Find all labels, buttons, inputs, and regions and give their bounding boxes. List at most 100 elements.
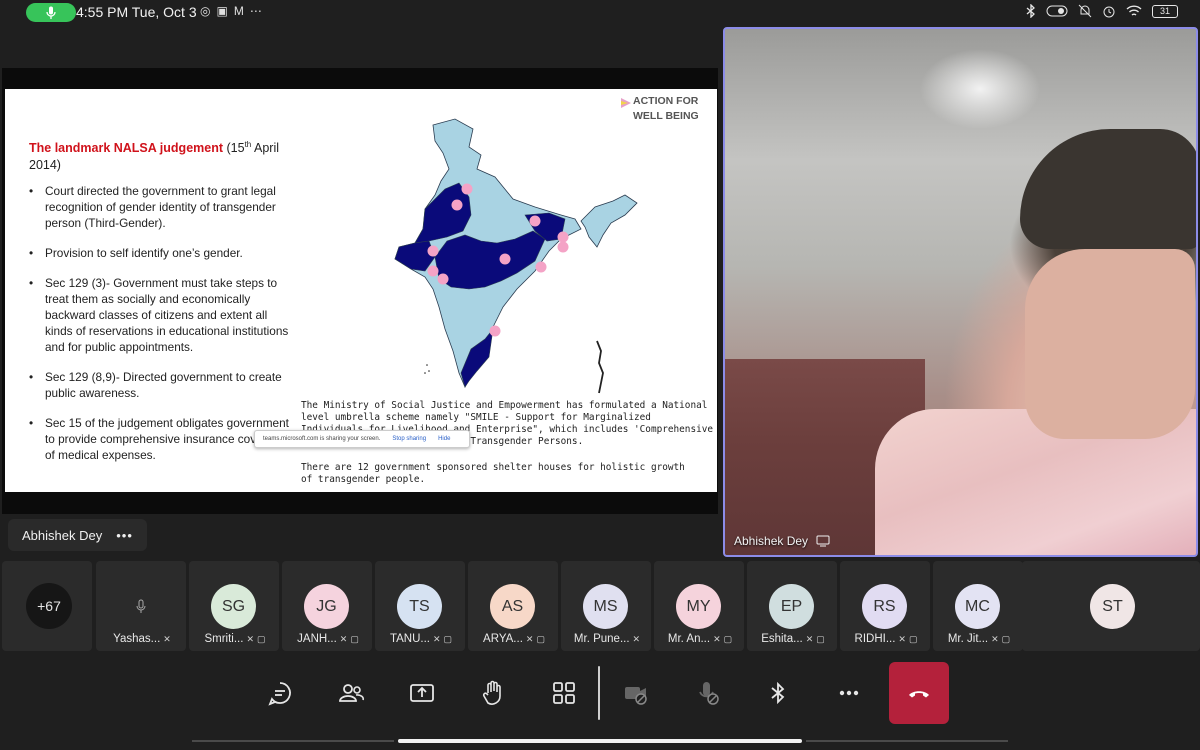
- stop-sharing-button[interactable]: Stop sharing: [392, 436, 426, 442]
- shelter-dot: [427, 245, 439, 257]
- alarm-icon: [1103, 6, 1115, 18]
- more-dots-icon: ⋯: [249, 4, 262, 18]
- more-dots-icon: [839, 690, 859, 696]
- control-divider: [598, 666, 600, 720]
- mic-active-indicator[interactable]: [26, 3, 76, 22]
- camera-off-icon: ▢: [723, 633, 733, 644]
- shelter-dot: [427, 265, 439, 277]
- slide-title: The landmark NALSA judgement (15th April…: [29, 140, 280, 173]
- participant-name: Smriti... ✕ ▢: [204, 633, 266, 645]
- meeting-controls: [0, 654, 1200, 734]
- chat-icon: [268, 682, 291, 706]
- shelter-dot: [535, 261, 547, 273]
- more-participants-tile[interactable]: +67: [2, 561, 92, 651]
- camera-off-icon: ▢: [536, 633, 545, 644]
- mic-off-icon: ✕: [991, 633, 999, 644]
- avatar: RS: [862, 584, 907, 629]
- raise-hand-button[interactable]: [463, 662, 523, 724]
- system-icons: 31: [1026, 4, 1178, 18]
- camera-off-icon: ▢: [1001, 633, 1011, 644]
- grid-view-icon: [553, 682, 575, 704]
- more-participants-count[interactable]: +67: [26, 583, 72, 629]
- view-button[interactable]: [534, 662, 594, 724]
- toggle-icon: [1046, 5, 1068, 17]
- screen-sharing-notice: teams.microsoft.com is sharing your scre…: [254, 430, 470, 448]
- bluetooth-audio-button[interactable]: [748, 662, 808, 724]
- participant-name: Mr. Pune... ✕: [573, 633, 641, 645]
- participant-tile[interactable]: Yashas... ✕: [96, 561, 186, 651]
- participant-tile-st[interactable]: ST: [1022, 561, 1200, 651]
- avatar: MY: [676, 584, 721, 629]
- mic-button[interactable]: [677, 662, 737, 724]
- participant-tile[interactable]: TS TANU... ✕ ▢: [375, 561, 465, 651]
- video-person-face: [1025, 249, 1195, 439]
- chat-button[interactable]: [250, 662, 310, 724]
- shelter-dot: [437, 273, 449, 285]
- people-icon: [339, 684, 365, 702]
- shelter-dot: [499, 253, 511, 265]
- northeast-region: [580, 194, 638, 248]
- participant-name: Mr. Jit... ✕ ▢: [947, 633, 1011, 645]
- shelter-dot: [489, 325, 501, 337]
- avatar: ST: [1090, 584, 1135, 629]
- status-time: 4:55 PM Tue, Oct 3: [76, 4, 197, 20]
- mic-off-icon: ✕: [246, 633, 254, 644]
- india-shelter-map: [394, 118, 638, 394]
- camera-off-icon: [625, 687, 647, 705]
- shelter-dot: [557, 241, 569, 253]
- shelter-dot: [461, 183, 473, 195]
- participant-name: Mr. An... ✕ ▢: [667, 633, 733, 645]
- speaker-video[interactable]: [723, 27, 1198, 557]
- participant-name: JANH... ✕ ▢: [297, 633, 359, 645]
- share-button[interactable]: [392, 662, 452, 724]
- mic-off-icon: ✕: [713, 633, 721, 644]
- mic-off-icon: ✕: [632, 633, 641, 644]
- avatar: MS: [583, 584, 628, 629]
- bluetooth-icon: [1026, 4, 1035, 18]
- camera-off-icon: ▢: [257, 633, 266, 644]
- participant-name: Eshita... ✕ ▢: [761, 633, 825, 645]
- instagram-icon: ▣: [216, 4, 228, 18]
- whatsapp-icon: ◎: [200, 4, 211, 18]
- participant-tile[interactable]: EP Eshita... ✕ ▢: [747, 561, 837, 651]
- participant-tile[interactable]: MY Mr. An... ✕ ▢: [654, 561, 744, 651]
- share-screen-icon: [410, 684, 434, 702]
- participants-strip: +67 Yashas... ✕ SG Smriti... ✕ ▢ JG JANH...…: [0, 561, 1200, 651]
- participant-tile[interactable]: SG Smriti... ✕ ▢: [189, 561, 279, 651]
- bullet-item: Court directed the government to grant l…: [29, 183, 291, 231]
- participant-tile[interactable]: AS ARYA... ✕ ▢: [468, 561, 558, 651]
- participant-tile[interactable]: RS RIDHI... ✕ ▢: [840, 561, 930, 651]
- participant-name: ARYA... ✕ ▢: [483, 633, 545, 645]
- camera-off-icon: ▢: [816, 633, 825, 644]
- shared-screen[interactable]: ACTION FOR WELL BEING The landmark NALSA…: [2, 68, 718, 514]
- hide-button[interactable]: Hide: [438, 436, 450, 442]
- participant-name: RIDHI... ✕ ▢: [854, 633, 918, 645]
- presenter-more-button[interactable]: •••: [116, 528, 133, 543]
- nav-bar-left: [192, 740, 394, 742]
- people-button[interactable]: [321, 662, 381, 724]
- presenter-name: Abhishek Dey: [22, 527, 103, 543]
- participant-tile[interactable]: MS Mr. Pune... ✕: [561, 561, 651, 651]
- home-gesture-bar[interactable]: [398, 739, 802, 743]
- shelter-text: There are 12 government sponsored shelte…: [301, 462, 685, 485]
- gmail-icon: M: [233, 4, 244, 18]
- mic-disabled-icon: [699, 682, 719, 705]
- raise-hand-icon: [482, 680, 501, 705]
- bluetooth-icon: [771, 681, 785, 705]
- participant-tile[interactable]: MC Mr. Jit... ✕ ▢: [933, 561, 1023, 651]
- more-options-button[interactable]: [819, 662, 879, 724]
- avatar: EP: [769, 584, 814, 629]
- andaman-islands: [596, 340, 604, 394]
- presenter-label: Abhishek Dey •••: [8, 519, 147, 551]
- logo-mark-icon: [621, 98, 631, 108]
- participant-tile[interactable]: JG JANH... ✕ ▢: [282, 561, 372, 651]
- teams-meeting-screen: 4:55 PM Tue, Oct 3 ◎ ▣ M ⋯ 31 ACTION FOR…: [0, 0, 1200, 750]
- avatar: SG: [211, 584, 256, 629]
- video-name-label: Abhishek Dey: [726, 529, 838, 553]
- camera-off-icon: ▢: [443, 633, 453, 644]
- mic-off-icon: ✕: [805, 633, 814, 644]
- camera-button[interactable]: [606, 662, 666, 724]
- camera-off-icon: ▢: [908, 633, 918, 644]
- leave-call-button[interactable]: [889, 662, 949, 724]
- shelter-dot: [557, 231, 569, 243]
